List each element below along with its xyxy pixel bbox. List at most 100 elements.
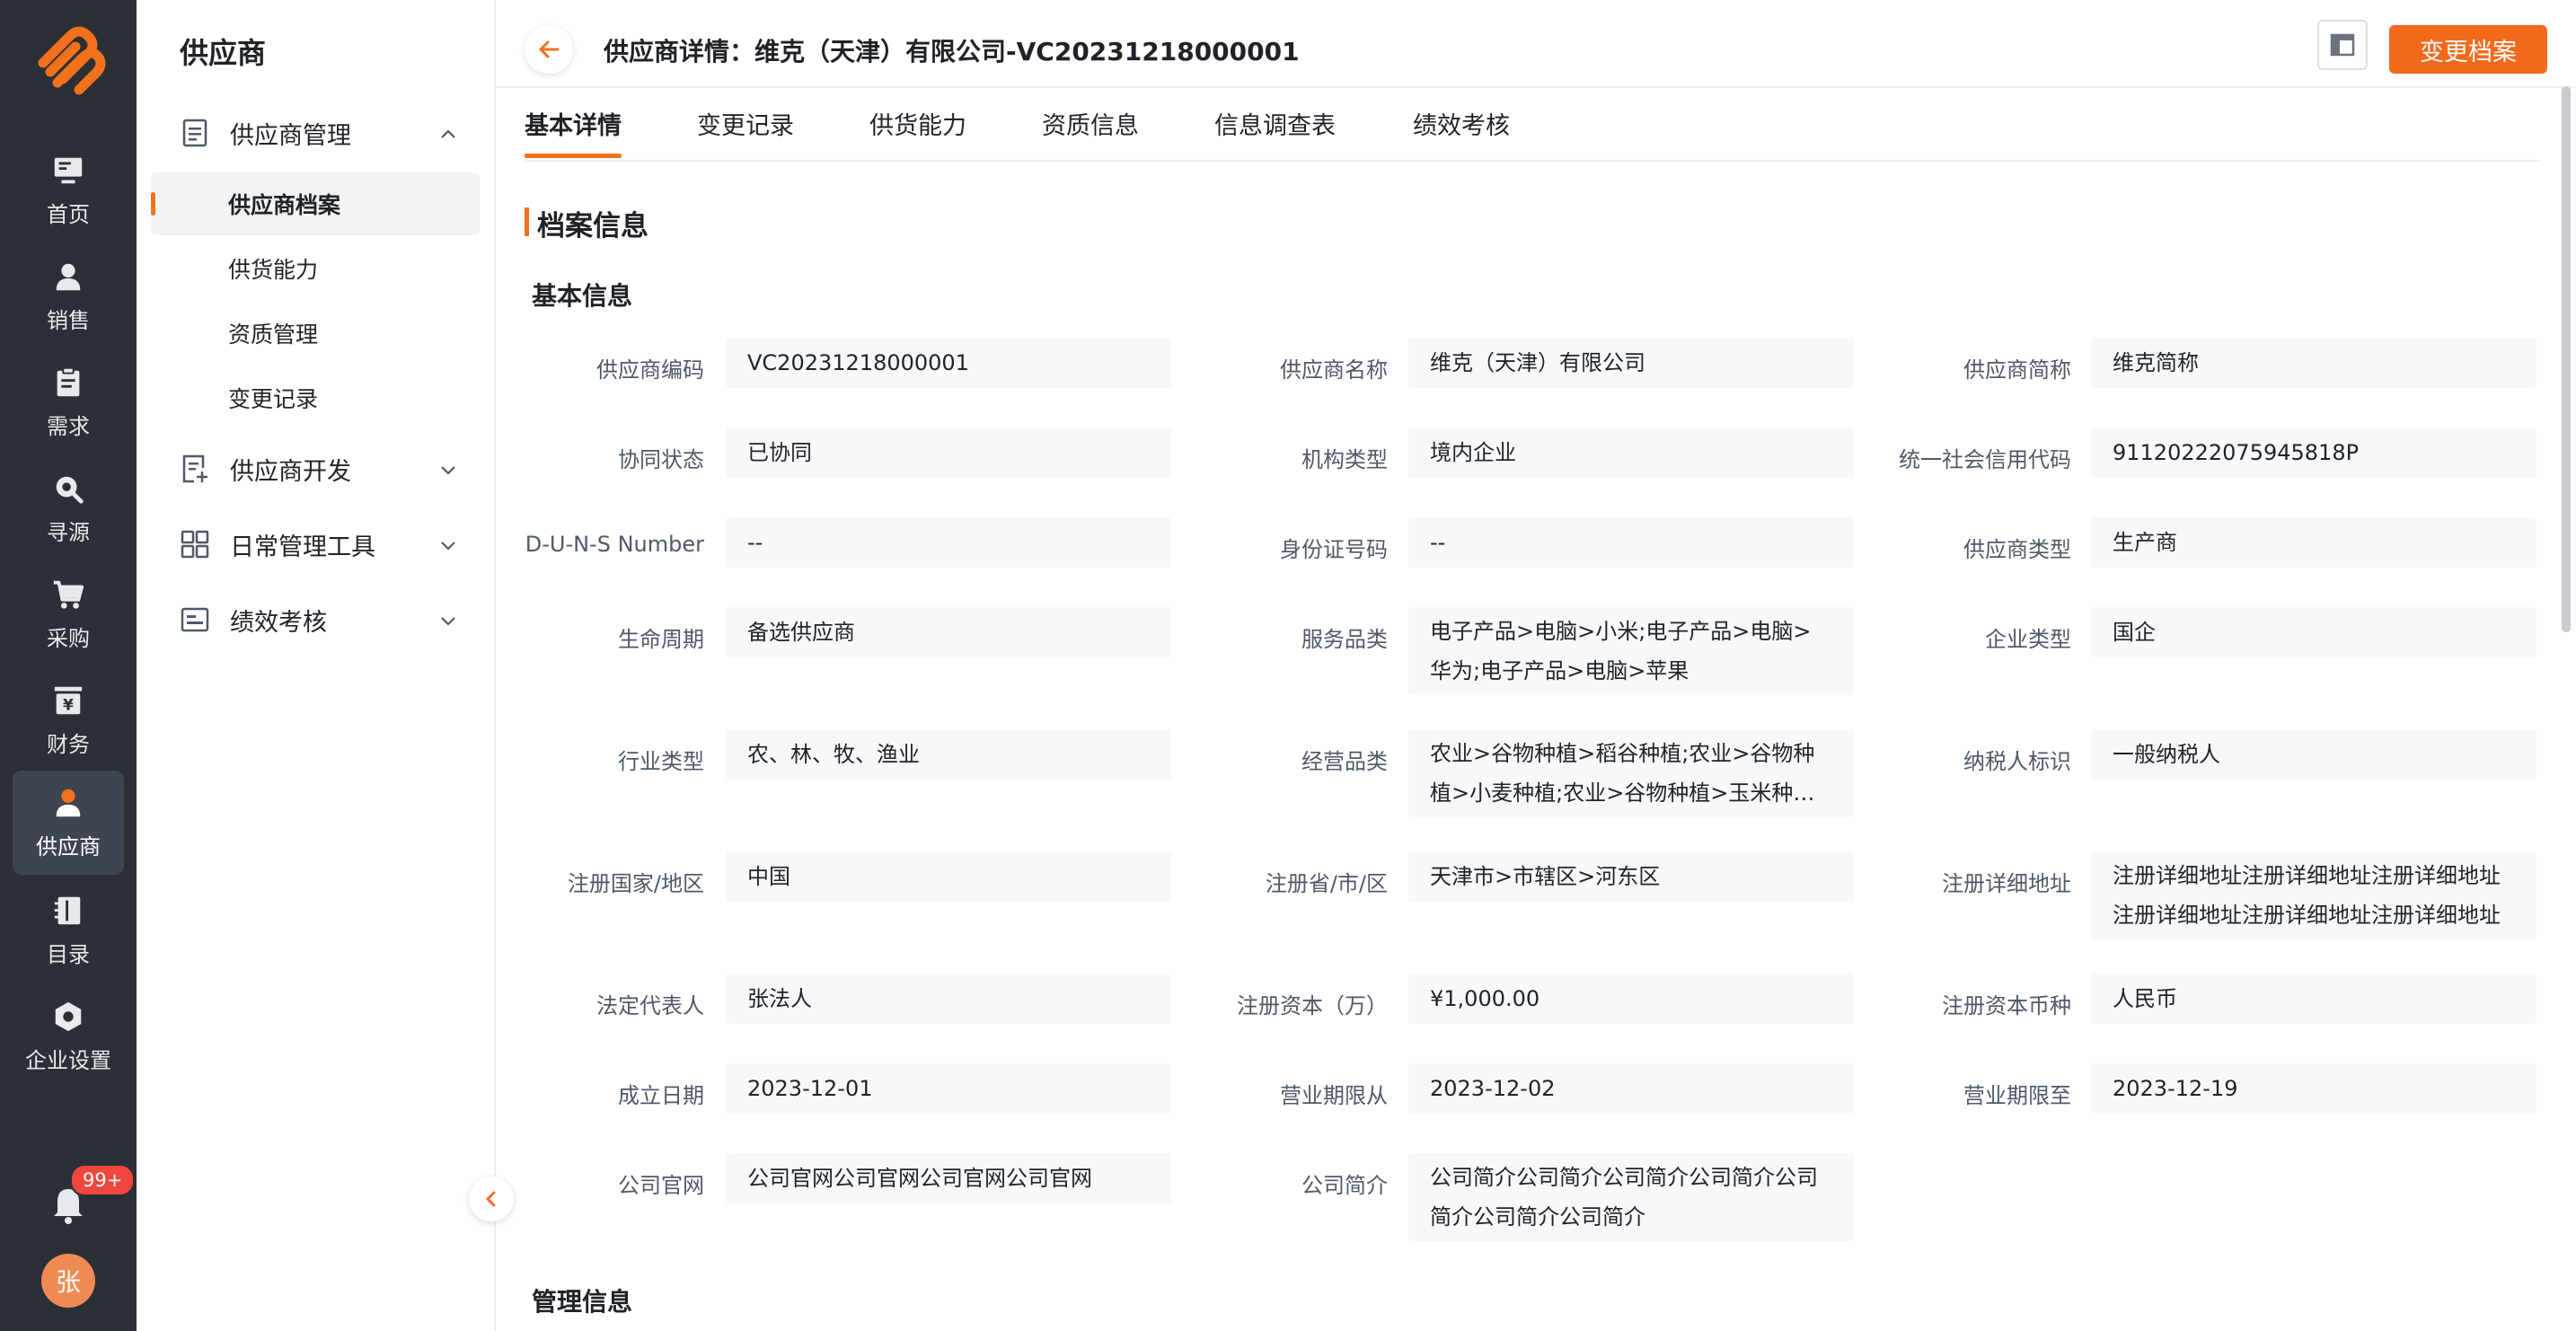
menu-group-supplier-management[interactable]: 供应商管理 xyxy=(180,108,458,158)
reg-currency-label: 注册资本币种 xyxy=(1942,993,2071,1018)
subsection-title-management-info: 管理信息 xyxy=(532,1287,633,1317)
legal-rep-value: 张法人 xyxy=(726,974,1171,1024)
supplier-code-text: VC20231218000001 xyxy=(747,350,969,375)
settings-icon xyxy=(55,1001,82,1031)
layout-icon xyxy=(2330,33,2355,57)
menu-item-change-records[interactable]: 变更记录 xyxy=(151,366,480,429)
duns-number-label: D-U-N-S Number xyxy=(525,532,704,557)
rail-item-label: 供应商 xyxy=(36,833,101,859)
rail-item-finance[interactable]: ¥ 财务 xyxy=(13,668,124,772)
menu-item-supply-capacity[interactable]: 供货能力 xyxy=(151,237,480,300)
id-number-text: -- xyxy=(1430,530,1446,555)
established-date-value: 2023-12-01 xyxy=(726,1063,1171,1114)
rail-item-label: 首页 xyxy=(47,201,90,227)
business-term-from-text: 2023-12-02 xyxy=(1430,1076,1556,1101)
company-intro-text: 公司简介公司简介公司简介公司简介公司简介公司简介公司简介 xyxy=(1430,1165,1818,1230)
chart-card-icon xyxy=(181,607,209,632)
company-intro-value: 公司简介公司简介公司简介公司简介公司简介公司简介公司简介 xyxy=(1408,1153,1854,1241)
reg-country-value: 中国 xyxy=(726,851,1171,902)
rail-item-demand[interactable]: 需求 xyxy=(13,350,124,454)
supplier-type-text: 生产商 xyxy=(2113,530,2177,555)
rail-item-enterprise-settings[interactable]: 企业设置 xyxy=(13,984,124,1089)
credit-code-text: 91120222075945818P xyxy=(2113,440,2360,465)
rail-item-label: 企业设置 xyxy=(25,1047,111,1073)
menu-item-label: 资质管理 xyxy=(228,322,319,348)
reg-address-value: 注册详细地址注册详细地址注册详细地址注册详细地址注册详细地址注册详细地址 xyxy=(2091,851,2536,939)
app-logo-icon[interactable] xyxy=(23,16,113,106)
id-number-value: -- xyxy=(1408,517,1854,568)
id-number-label: 身份证号码 xyxy=(1280,537,1388,562)
secondary-menu: 供应商 供应商管理 供应商档案 供货能力 资质管理 变更记录 供应商开发 日常管… xyxy=(137,0,496,1331)
business-term-from-label: 营业期限从 xyxy=(1280,1083,1388,1108)
duns-number-text: -- xyxy=(747,530,763,555)
supplier-short-name-value: 维克简称 xyxy=(2091,338,2536,388)
reg-currency-text: 人民币 xyxy=(2113,986,2177,1011)
org-type-value: 境内企业 xyxy=(1408,428,1854,478)
menu-group-performance[interactable]: 绩效考核 xyxy=(180,595,458,645)
industry-type-text: 农、林、牧、渔业 xyxy=(747,742,920,767)
layout-toggle-button[interactable] xyxy=(2317,20,2368,70)
reg-province-label: 注册省/市/区 xyxy=(1265,871,1388,896)
tab-supply-capacity[interactable]: 供货能力 xyxy=(869,106,966,158)
rail-item-home[interactable]: 首页 xyxy=(13,138,124,242)
tab-change-records[interactable]: 变更记录 xyxy=(697,106,794,158)
rail-item-label: 目录 xyxy=(47,941,90,967)
chevron-down-icon xyxy=(441,466,455,475)
collab-status-value: 已协同 xyxy=(726,428,1171,478)
grid-icon xyxy=(181,530,209,559)
change-profile-button[interactable]: 变更档案 xyxy=(2389,25,2547,74)
collapse-sidebar-button[interactable] xyxy=(469,1177,514,1221)
chevron-down-icon xyxy=(441,542,455,551)
duns-number-value: -- xyxy=(726,517,1171,568)
tab-info-survey[interactable]: 信息调查表 xyxy=(1214,106,1336,158)
reg-address-text: 注册详细地址注册详细地址注册详细地址注册详细地址注册详细地址注册详细地址 xyxy=(2113,863,2501,928)
tab-performance[interactable]: 绩效考核 xyxy=(1413,106,1510,158)
menu-item-label: 变更记录 xyxy=(228,386,319,412)
search-icon xyxy=(56,476,84,504)
credit-code-value: 91120222075945818P xyxy=(2091,428,2536,478)
industry-type-label: 行业类型 xyxy=(618,749,704,774)
rail-item-catalog[interactable]: 目录 xyxy=(13,878,124,983)
business-category-value: 农业>谷物种植>稻谷种植;农业>谷物种植>小麦种植;农业>谷物种植>玉米种植;农… xyxy=(1408,729,1854,817)
service-category-value: 电子产品>电脑>小米;电子产品>电脑>华为;电子产品>电脑>苹果 xyxy=(1408,607,1854,695)
lifecycle-label: 生命周期 xyxy=(618,627,704,652)
vertical-scrollbar[interactable] xyxy=(2562,86,2571,632)
reg-capital-text: ¥1,000.00 xyxy=(1430,986,1540,1011)
svg-text:¥: ¥ xyxy=(63,696,74,714)
rail-item-sales[interactable]: 销售 xyxy=(13,244,124,348)
tab-basic-details[interactable]: 基本详情 xyxy=(525,106,622,158)
service-category-text: 电子产品>电脑>小米;电子产品>电脑>华为;电子产品>电脑>苹果 xyxy=(1430,619,1812,683)
rail-item-label: 销售 xyxy=(47,307,90,333)
taxpayer-id-value: 一般纳税人 xyxy=(2091,729,2536,780)
page-header: 供应商详情：维克（天津）有限公司-VC20231218000001 xyxy=(496,0,2576,88)
menu-item-label: 供应商档案 xyxy=(228,192,341,218)
business-term-from-value: 2023-12-02 xyxy=(1408,1063,1854,1114)
menu-group-label: 绩效考核 xyxy=(230,608,327,637)
established-date-label: 成立日期 xyxy=(618,1083,704,1108)
reg-capital-label: 注册资本（万） xyxy=(1237,993,1388,1018)
menu-item-qualification-management[interactable]: 资质管理 xyxy=(151,302,480,365)
rail-item-purchase[interactable]: 采购 xyxy=(13,562,124,666)
avatar[interactable]: 张 xyxy=(41,1254,95,1308)
menu-group-daily-tools[interactable]: 日常管理工具 xyxy=(180,519,458,569)
legal-rep-label: 法定代表人 xyxy=(596,993,704,1018)
legal-rep-text: 张法人 xyxy=(747,986,812,1011)
reg-province-text: 天津市>市辖区>河东区 xyxy=(1430,864,1661,889)
supplier-type-label: 供应商类型 xyxy=(1963,537,2071,562)
rail-item-sourcing[interactable]: 寻源 xyxy=(13,456,124,560)
rail-item-supplier[interactable]: 供应商 xyxy=(13,771,124,875)
back-button[interactable] xyxy=(525,25,573,74)
supplier-name-label: 供应商名称 xyxy=(1280,357,1388,383)
supplier-icon xyxy=(56,789,81,816)
reg-currency-value: 人民币 xyxy=(2091,974,2536,1024)
document-add-icon xyxy=(182,454,207,483)
monitor-icon xyxy=(54,157,83,183)
tab-qualification-info[interactable]: 资质信息 xyxy=(1042,106,1139,158)
company-intro-label: 公司简介 xyxy=(1301,1173,1388,1198)
menu-group-supplier-development[interactable]: 供应商开发 xyxy=(180,444,458,494)
established-date-text: 2023-12-01 xyxy=(747,1076,873,1101)
reg-country-text: 中国 xyxy=(747,864,790,889)
taxpayer-id-label: 纳税人标识 xyxy=(1963,749,2071,774)
credit-code-label: 统一社会信用代码 xyxy=(1899,447,2071,472)
menu-item-supplier-profile[interactable]: 供应商档案 xyxy=(151,172,480,235)
